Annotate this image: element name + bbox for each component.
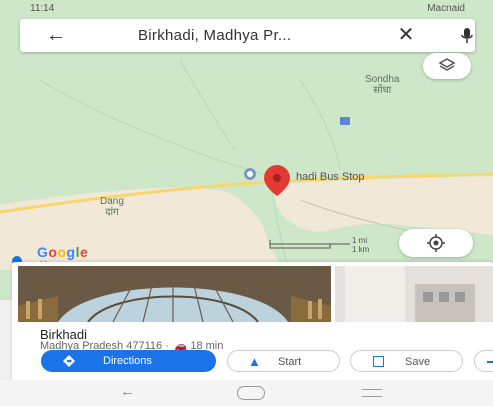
map-label-dang[interactable]: Dang दांग xyxy=(100,196,124,218)
map-label-bus-stop[interactable]: hadi Bus Stop xyxy=(296,172,365,183)
navigation-arrow-icon: ▲ xyxy=(248,354,261,369)
system-nav-bar: ← xyxy=(0,380,493,406)
save-label: Save xyxy=(405,356,431,368)
map-label-dang-en: Dang xyxy=(100,196,124,207)
status-bar: 11:14 Macnaid xyxy=(0,0,493,18)
directions-label: Directions xyxy=(103,355,152,367)
mic-icon[interactable] xyxy=(460,27,474,45)
save-button[interactable]: Save xyxy=(350,350,463,372)
my-location-button[interactable] xyxy=(399,229,473,257)
start-label: Start xyxy=(278,356,302,368)
place-photo-dome xyxy=(18,266,331,322)
save-bookmark-icon xyxy=(373,356,384,367)
scale-bar-label: 1 mi 1 km xyxy=(352,236,370,254)
status-right-text: Macnaid xyxy=(427,3,465,14)
place-bottom-sheet[interactable]: Birkhadi Madhya Pradesh 477116 · 🚗 18 min… xyxy=(12,262,493,380)
status-time: 11:14 xyxy=(30,3,55,14)
directions-button[interactable]: Directions xyxy=(41,350,216,372)
directions-icon xyxy=(63,355,75,367)
nav-recents-icon[interactable] xyxy=(362,389,382,397)
layers-icon xyxy=(438,58,456,71)
my-location-icon xyxy=(427,234,445,252)
map-label-sondha[interactable]: Sondha सोंधा xyxy=(365,74,399,96)
search-query[interactable]: Birkhadi, Madhya Pr... xyxy=(138,27,291,44)
google-logo: Google xyxy=(37,244,88,260)
maps-screen: Sondha सोंधा Dang दांग hadi Bus Stop 1 m… xyxy=(0,0,493,406)
close-icon[interactable]: ✕ xyxy=(395,24,417,46)
more-icon xyxy=(487,361,493,363)
nav-home-icon[interactable] xyxy=(237,386,265,400)
search-bar[interactable]: ← Birkhadi, Madhya Pr... ✕ xyxy=(20,19,475,52)
layers-button[interactable] xyxy=(423,53,471,79)
place-photo[interactable] xyxy=(18,266,331,322)
nav-back-icon[interactable]: ← xyxy=(120,383,135,400)
google-logo-text: Google xyxy=(37,244,89,260)
map-label-sondha-en: Sondha xyxy=(365,74,400,85)
back-arrow-icon[interactable]: ← xyxy=(46,25,68,45)
place-photo-building xyxy=(335,266,493,322)
more-actions-button[interactable] xyxy=(474,350,493,372)
start-button[interactable]: ▲ Start xyxy=(227,350,340,372)
map-label-dang-hi: दांग xyxy=(105,207,119,218)
place-photo-2[interactable] xyxy=(335,266,493,322)
map-label-sondha-hi: सोंधा xyxy=(373,85,392,96)
